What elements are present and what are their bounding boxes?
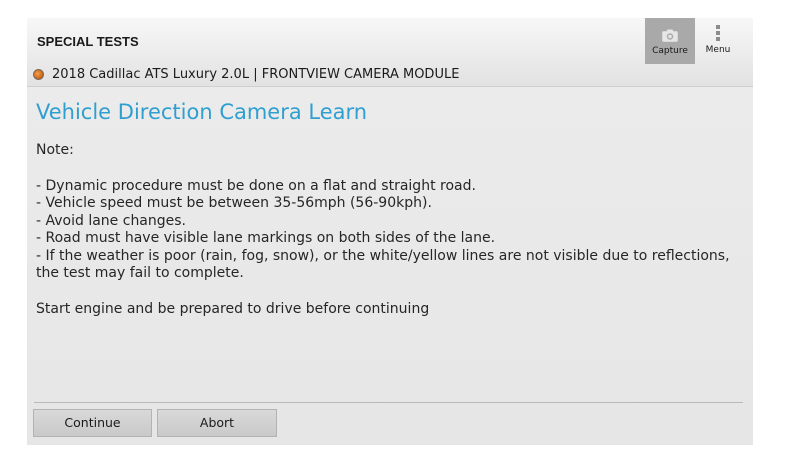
abort-button[interactable]: Abort [157,409,277,437]
instruction-item: - Dynamic procedure must be done on a fl… [36,177,476,194]
instruction-item: - Avoid lane changes. [36,212,187,229]
section-title: SPECIAL TESTS [37,34,139,49]
instruction-item: - Vehicle speed must be between 35-56mph… [36,195,432,211]
vehicle-label: 2018 Cadillac ATS Luxury 2.0L | FRONTVIE… [52,66,460,82]
instruction-item: - If the weather is poor (rain, fog, sno… [36,247,730,282]
capture-label: Capture [652,46,688,56]
page-title: Vehicle Direction Camera Learn [36,100,368,124]
app-screen: SPECIAL TESTS 2018 Cadillac ATS Luxury 2… [27,18,753,445]
menu-label: Menu [705,45,731,55]
instruction-item: - Road must have visible lane markings o… [36,230,496,246]
status-dot-icon [33,68,44,80]
start-engine-prompt: Start engine and be prepared to drive be… [36,300,430,317]
menu-button[interactable]: Menu [695,18,741,64]
capture-button[interactable]: Capture [645,18,695,64]
note-label: Note: [36,142,74,158]
camera-icon [662,27,678,46]
header-bar: SPECIAL TESTS 2018 Cadillac ATS Luxury 2… [27,18,753,87]
instructions-panel: Note: - Dynamic procedure must be done o… [36,142,746,318]
vertical-dots-icon [715,24,721,46]
continue-button[interactable]: Continue [33,409,152,437]
footer-divider [34,402,743,403]
vehicle-info: 2018 Cadillac ATS Luxury 2.0L | FRONTVIE… [33,66,459,82]
